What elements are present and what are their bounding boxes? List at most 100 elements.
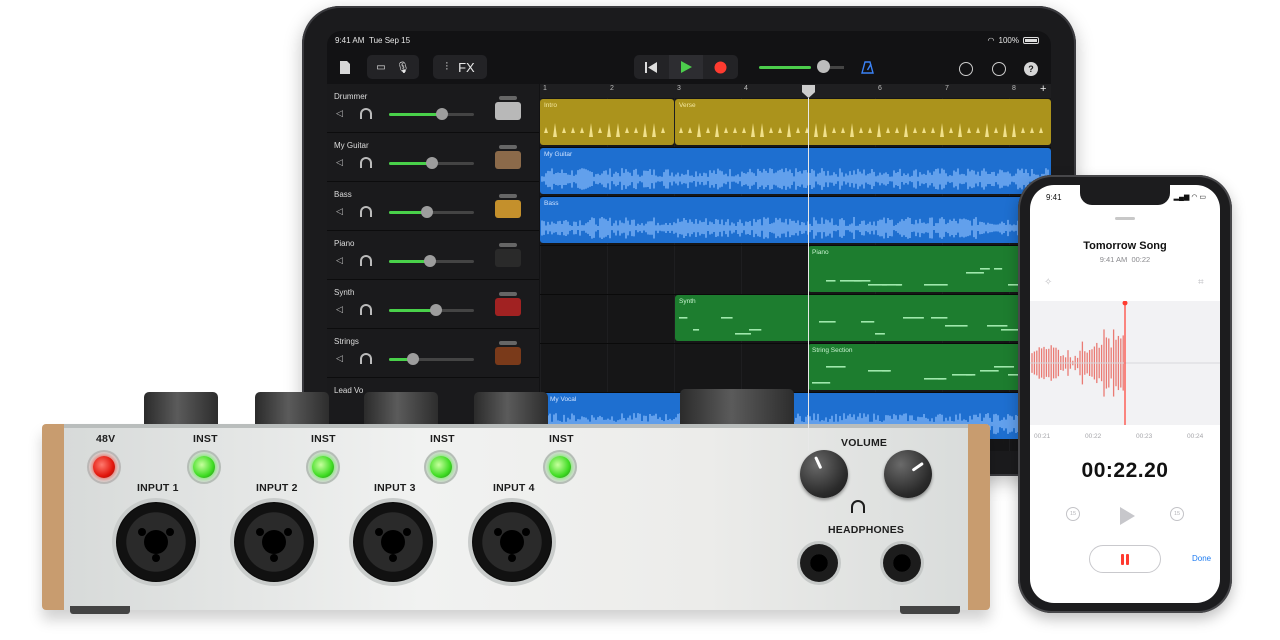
combo-jack-input-3[interactable] <box>353 502 433 582</box>
gain-knob-3[interactable] <box>364 392 438 428</box>
track-header[interactable]: My Guitar ◁ <box>327 133 539 182</box>
status-right: ◠ 100% <box>988 36 1039 45</box>
view-controls: ▭ 🎙 <box>367 55 419 79</box>
track-volume-knob[interactable] <box>425 157 438 169</box>
midi-note <box>826 366 846 368</box>
garageband-screen: 9:41 AM Tue Sep 15 ◠ 100% ▭ 🎙 ⫶ FX ? 1 2… <box>327 31 1051 451</box>
volume-dial-left[interactable] <box>800 450 848 498</box>
arrangement-area[interactable]: Intro Verse My Guitar Bass Piano Synth S… <box>540 98 1051 451</box>
trim-icon[interactable]: ⌗ <box>1198 277 1204 288</box>
play-icon[interactable] <box>1120 507 1135 525</box>
track-header[interactable]: Bass ◁ <box>327 182 539 231</box>
rewind-button[interactable] <box>634 55 669 79</box>
combo-jack-input-4[interactable] <box>472 502 552 582</box>
drum-hit <box>1021 127 1025 133</box>
input-label-4: INPUT 4 <box>493 482 535 494</box>
track-header[interactable]: Strings ◁ <box>327 329 539 378</box>
track-volume-slider[interactable] <box>389 157 474 169</box>
drum-hit <box>661 127 665 133</box>
mixer-icon[interactable]: ⫶ <box>445 61 448 74</box>
timeline-ruler[interactable]: 1 2 3 4 5 6 7 8 + <box>540 83 1051 98</box>
mute-icon[interactable]: ◁ <box>336 354 345 363</box>
solo-headphones-icon[interactable] <box>360 108 372 119</box>
master-volume-knob[interactable] <box>817 60 830 73</box>
mute-icon[interactable]: ◁ <box>336 158 345 167</box>
mute-icon[interactable]: ◁ <box>336 256 345 265</box>
track-volume-knob[interactable] <box>435 108 448 120</box>
solo-headphones-icon[interactable] <box>360 353 372 364</box>
settings-gear-icon[interactable] <box>992 62 1006 76</box>
inst-button-3[interactable] <box>424 450 458 484</box>
combo-jack-input-2[interactable] <box>234 502 314 582</box>
document-icon[interactable] <box>335 55 355 79</box>
region-bass[interactable]: Bass <box>540 197 1051 243</box>
track-header[interactable]: Piano ◁ <box>327 231 539 280</box>
headphone-jack-1[interactable] <box>800 544 838 582</box>
inst-button-4[interactable] <box>543 450 577 484</box>
monitor-knob[interactable] <box>680 389 794 429</box>
drummer-pattern <box>544 123 665 137</box>
mute-icon[interactable]: ◁ <box>336 109 345 118</box>
synth-notes <box>679 317 1051 335</box>
solo-headphones-icon[interactable] <box>360 304 372 315</box>
done-button[interactable]: Done <box>1192 554 1211 563</box>
combo-jack-input-1[interactable] <box>116 502 196 582</box>
region-piano[interactable]: Piano <box>808 246 1051 292</box>
midi-note <box>875 333 885 335</box>
solo-headphones-icon[interactable] <box>360 206 372 217</box>
track-header[interactable]: Synth ◁ <box>327 280 539 329</box>
drum-hit <box>580 127 584 133</box>
volume-dial-right[interactable] <box>884 450 932 498</box>
track-volume-knob[interactable] <box>421 206 434 218</box>
track-volume-slider[interactable] <box>389 206 474 218</box>
phantom-power-button[interactable] <box>87 450 121 484</box>
midi-note <box>721 317 733 319</box>
gain-knob-2[interactable] <box>255 392 329 428</box>
midi-note <box>896 284 903 286</box>
track-volume-slider[interactable] <box>389 255 474 267</box>
track-volume-knob[interactable] <box>429 304 442 316</box>
playback-position-dot <box>1122 300 1128 306</box>
add-section-icon[interactable]: + <box>1040 83 1046 95</box>
gain-knob-4[interactable] <box>474 392 548 428</box>
mute-icon[interactable]: ◁ <box>336 305 345 314</box>
skip-forward-15-icon[interactable]: 15 <box>1170 507 1184 521</box>
skip-back-15-icon[interactable]: 15 <box>1066 507 1080 521</box>
inst-button-1[interactable] <box>187 450 221 484</box>
track-name: Drummer <box>334 92 368 101</box>
help-icon[interactable]: ? <box>1024 62 1038 76</box>
track-volume-knob[interactable] <box>423 255 436 267</box>
region-my-guitar[interactable]: My Guitar <box>540 148 1051 194</box>
track-volume-slider[interactable] <box>389 353 474 365</box>
record-button[interactable] <box>703 55 738 79</box>
loop-browser-icon[interactable] <box>959 62 973 76</box>
recording-title[interactable]: Tomorrow Song <box>1030 240 1220 252</box>
solo-headphones-icon[interactable] <box>360 255 372 266</box>
ipad-status-bar: 9:41 AM Tue Sep 15 ◠ 100% <box>327 31 1051 49</box>
mic-icon[interactable]: 🎙 <box>396 61 410 74</box>
headphone-jack-2[interactable] <box>883 544 921 582</box>
enhance-icon[interactable]: ✧ <box>1044 277 1052 288</box>
recording-waveform[interactable] <box>1030 300 1220 425</box>
metronome-icon[interactable] <box>861 61 874 79</box>
drum-hit <box>850 123 854 137</box>
track-header[interactable]: Drummer ◁ <box>327 84 539 133</box>
region-synth[interactable]: Synth <box>675 295 1051 341</box>
fx-button[interactable]: FX <box>458 60 475 75</box>
track-volume-slider[interactable] <box>389 304 474 316</box>
region-strings[interactable]: String Section <box>808 344 1051 390</box>
drum-hit <box>922 127 926 133</box>
sheet-grabber[interactable] <box>1115 217 1135 220</box>
play-button[interactable] <box>668 55 704 79</box>
tracks-view-icon[interactable]: ▭ <box>376 62 385 73</box>
gain-knob-1[interactable] <box>144 392 218 428</box>
track-volume-slider[interactable] <box>389 108 474 120</box>
drum-hit <box>895 127 899 133</box>
region-drummer-intro[interactable]: Intro <box>540 99 674 145</box>
mute-icon[interactable]: ◁ <box>336 207 345 216</box>
solo-headphones-icon[interactable] <box>360 157 372 168</box>
inst-button-2[interactable] <box>306 450 340 484</box>
region-drummer-verse[interactable]: Verse <box>675 99 1051 145</box>
pause-recording-button[interactable] <box>1089 545 1161 573</box>
track-volume-knob[interactable] <box>406 353 419 365</box>
